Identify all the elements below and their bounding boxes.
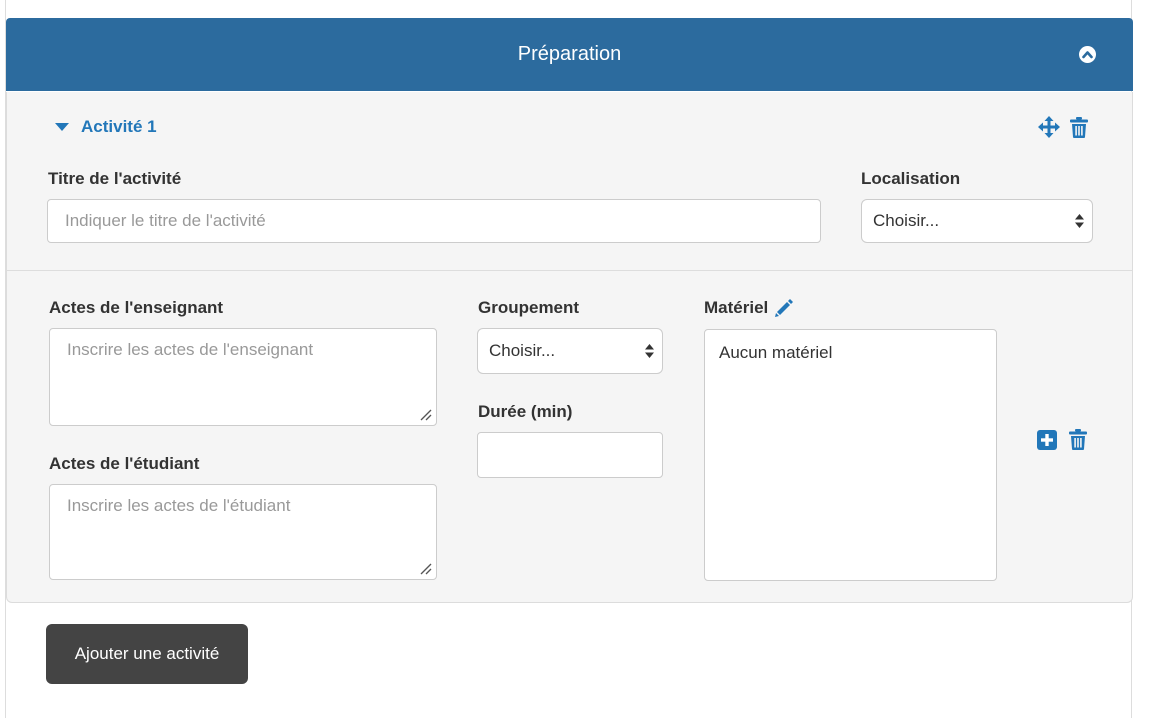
move-icon[interactable]	[1038, 116, 1060, 138]
caret-down-icon	[55, 123, 69, 131]
add-activity-button[interactable]: Ajouter une activité	[46, 624, 248, 684]
collapse-button[interactable]	[1079, 46, 1096, 63]
select-arrows-icon	[645, 344, 654, 358]
section-divider	[7, 270, 1132, 271]
groupement-label: Groupement	[478, 298, 580, 317]
activity-toggle[interactable]: Activité 1	[55, 116, 157, 138]
activity-title: Activité 1	[81, 117, 157, 136]
delete-activity-icon[interactable]	[1070, 116, 1088, 138]
plus-square-icon[interactable]	[1037, 429, 1057, 450]
enseignant-textarea[interactable]	[49, 328, 437, 426]
resize-grip-icon[interactable]	[419, 562, 432, 575]
activity-panel: Activité 1 Titre de l'activité Indiquer …	[6, 92, 1133, 603]
materiel-header: Matériel	[704, 298, 794, 318]
section-title: Préparation	[517, 43, 622, 65]
duree-label: Durée (min)	[478, 402, 573, 421]
enseignant-label: Actes de l'enseignant	[49, 298, 224, 317]
groupement-select[interactable]: Choisir...	[477, 328, 663, 374]
materiel-empty-text: Aucun matériel	[719, 343, 833, 362]
materiel-list[interactable]: Aucun matériel	[704, 329, 997, 581]
activity-tools	[1038, 116, 1088, 138]
pencil-icon[interactable]	[774, 298, 794, 318]
titre-label: Titre de l'activité	[48, 169, 182, 188]
etudiant-label: Actes de l'étudiant	[49, 454, 200, 473]
materiel-tools	[1037, 429, 1087, 450]
page: Préparation Activité 1 Titre de l'activi…	[0, 0, 1152, 718]
section-header[interactable]: Préparation	[6, 18, 1133, 91]
localisation-value: Choisir...	[873, 211, 940, 230]
delete-materiel-icon[interactable]	[1069, 429, 1087, 450]
select-arrows-icon	[1075, 214, 1084, 228]
materiel-label: Matériel	[704, 298, 769, 317]
duree-input[interactable]	[477, 432, 663, 478]
titre-input[interactable]	[47, 199, 821, 243]
groupement-value: Choisir...	[489, 341, 556, 360]
resize-grip-icon[interactable]	[419, 408, 432, 421]
chevron-up-icon	[1082, 51, 1093, 59]
etudiant-textarea[interactable]	[49, 484, 437, 580]
localisation-select[interactable]: Choisir...	[861, 199, 1093, 243]
localisation-label: Localisation	[861, 169, 961, 188]
